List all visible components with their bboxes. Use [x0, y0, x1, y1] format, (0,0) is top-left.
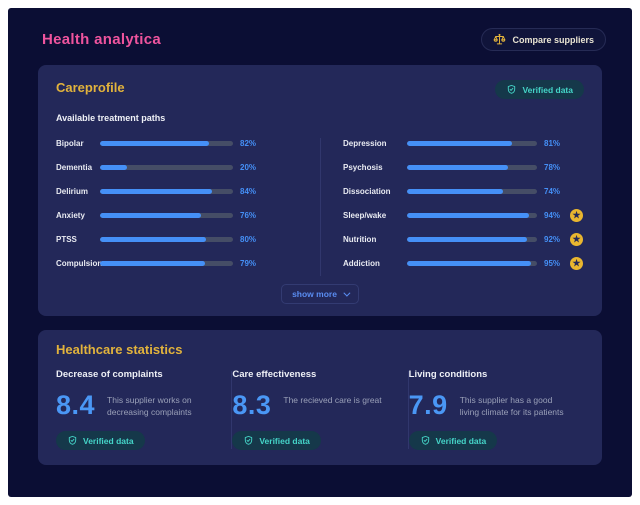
star-badge-icon: ★	[570, 209, 583, 222]
treatment-row: Bipolar 82%	[56, 136, 320, 150]
treatment-percent: 80%	[240, 235, 266, 244]
shield-check-icon	[67, 435, 78, 446]
verified-data-label: Verified data	[83, 436, 134, 446]
treatment-row: Dissociation 74%	[343, 184, 584, 198]
treatment-row: Sleep/wake 94% ★	[343, 208, 584, 222]
progress-bar	[100, 213, 233, 218]
verified-data-label: Verified data	[436, 436, 487, 446]
healthcare-statistics-title: Healthcare statistics	[56, 342, 584, 357]
shield-check-icon	[506, 84, 517, 95]
treatment-label: Delirium	[56, 187, 100, 196]
page-title: Health analytica	[42, 31, 161, 48]
careprofile-card: Careprofile Verified data Available trea…	[38, 65, 602, 316]
stat-heading: Care effectiveness	[232, 369, 395, 380]
stat-description: This supplier has a good living climate …	[460, 392, 572, 418]
progress-bar	[407, 141, 537, 146]
compare-suppliers-label: Compare suppliers	[512, 35, 594, 45]
chevron-down-icon	[343, 289, 350, 296]
careprofile-title: Careprofile	[56, 80, 125, 95]
treatment-paths-subtitle: Available treatment paths	[56, 113, 584, 123]
treatment-row: Anxiety 76%	[56, 208, 320, 222]
stat-score: 8.4	[56, 392, 95, 418]
compare-suppliers-button[interactable]: Compare suppliers	[481, 28, 606, 51]
treatment-row: Addiction 95% ★	[343, 256, 584, 270]
treatment-percent: 74%	[544, 187, 570, 196]
progress-bar	[407, 237, 537, 242]
treatment-label: Dissociation	[343, 187, 407, 196]
treatment-label: Nutrition	[343, 235, 407, 244]
verified-data-badge[interactable]: Verified data	[56, 431, 145, 450]
treatment-percent: 78%	[544, 163, 570, 172]
stat-score: 8.3	[232, 392, 271, 418]
treatment-label: Psychosis	[343, 163, 407, 172]
treatment-percent: 79%	[240, 259, 266, 268]
treatment-label: Anxiety	[56, 211, 100, 220]
treatment-column-right: Depression 81% Psychosis 78% Dissociatio…	[321, 136, 584, 280]
treatment-label: Addiction	[343, 259, 407, 268]
header: Health analytica Compare suppliers	[8, 8, 632, 65]
shield-check-icon	[243, 435, 254, 446]
treatment-label: Bipolar	[56, 139, 100, 148]
verified-data-badge[interactable]: Verified data	[232, 431, 321, 450]
treatment-percent: 94%	[544, 211, 570, 220]
progress-bar	[100, 189, 233, 194]
treatment-percent: 76%	[240, 211, 266, 220]
verified-data-badge[interactable]: Verified data	[495, 80, 584, 99]
treatment-label: PTSS	[56, 235, 100, 244]
show-more-label: show more	[292, 289, 337, 299]
treatment-column-left: Bipolar 82% Dementia 20% Delirium 84% An…	[56, 136, 320, 280]
stat-column-living: Living conditions 7.9 This supplier has …	[409, 369, 584, 451]
progress-bar	[100, 237, 233, 242]
progress-bar	[100, 165, 233, 170]
progress-bar	[407, 189, 537, 194]
treatment-label: Compulsion	[56, 259, 100, 268]
verified-data-badge[interactable]: Verified data	[409, 431, 498, 450]
healthcare-statistics-card: Healthcare statistics Decrease of compla…	[38, 330, 602, 465]
progress-bar	[100, 261, 233, 266]
app-background: Health analytica Compare suppliers Carep…	[8, 8, 632, 497]
verified-data-label: Verified data	[259, 436, 310, 446]
stat-description: The recieved care is great	[283, 392, 381, 406]
progress-bar	[100, 141, 233, 146]
treatment-percent: 20%	[240, 163, 266, 172]
stat-score: 7.9	[409, 392, 448, 418]
stat-description: This supplier works on decreasing compla…	[107, 392, 219, 418]
progress-bar	[407, 213, 537, 218]
treatment-row: PTSS 80%	[56, 232, 320, 246]
verified-data-label: Verified data	[522, 85, 573, 95]
progress-bar	[407, 165, 537, 170]
star-badge-icon: ★	[570, 233, 583, 246]
progress-bar	[407, 261, 537, 266]
treatment-row: Psychosis 78%	[343, 160, 584, 174]
shield-check-icon	[420, 435, 431, 446]
balance-scale-icon	[493, 33, 506, 46]
stat-column-effectiveness: Care effectiveness 8.3 The recieved care…	[232, 369, 407, 451]
treatment-percent: 82%	[240, 139, 266, 148]
star-badge-icon: ★	[570, 257, 583, 270]
treatment-percent: 92%	[544, 235, 570, 244]
treatment-row: Depression 81%	[343, 136, 584, 150]
show-more-button[interactable]: show more	[281, 284, 359, 304]
treatment-row: Delirium 84%	[56, 184, 320, 198]
treatment-row: Dementia 20%	[56, 160, 320, 174]
stat-heading: Living conditions	[409, 369, 572, 380]
stat-column-complaints: Decrease of complaints 8.4 This supplier…	[56, 369, 231, 451]
treatment-row: Compulsion 79%	[56, 256, 320, 270]
treatment-percent: 84%	[240, 187, 266, 196]
treatment-label: Dementia	[56, 163, 100, 172]
treatment-label: Depression	[343, 139, 407, 148]
treatment-percent: 81%	[544, 139, 570, 148]
treatment-label: Sleep/wake	[343, 211, 407, 220]
treatment-row: Nutrition 92% ★	[343, 232, 584, 246]
stat-heading: Decrease of complaints	[56, 369, 219, 380]
treatment-percent: 95%	[544, 259, 570, 268]
